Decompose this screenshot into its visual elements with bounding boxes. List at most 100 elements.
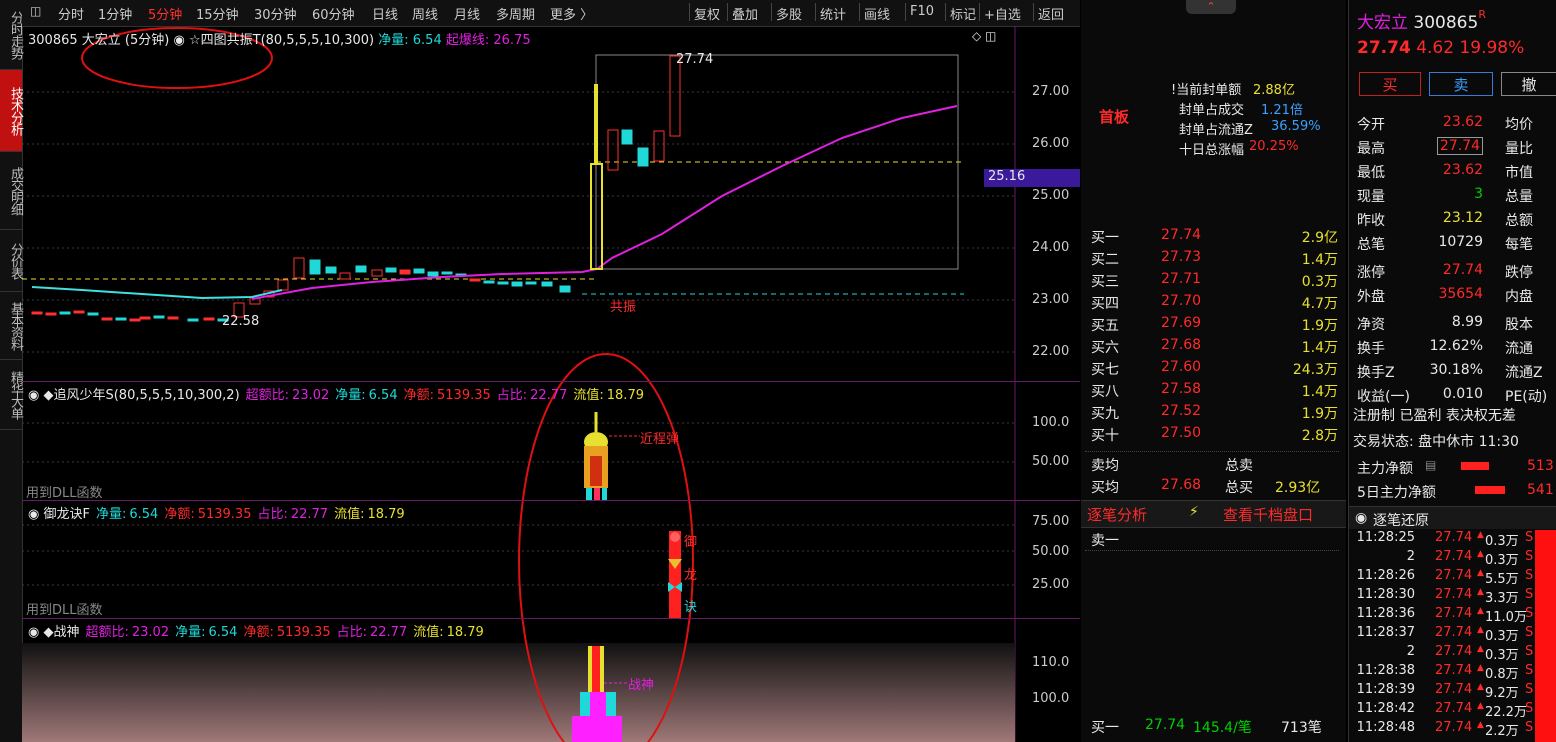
left-tab-3[interactable]: 分价表 [0,230,23,292]
quote-panel: 大宏立 300865R 27.74 4.62 19.98% 买 卖 撤 今开 23… [1348,0,1556,742]
collapse-icon[interactable]: ⌃ [1186,0,1236,14]
pane-item-label: 占比: [336,625,367,640]
bid-row[interactable]: 买二 27.73 1.4万 [1081,248,1346,270]
toolbar-button-2[interactable]: 多股 [776,4,802,23]
tab-thousand-levels[interactable]: 查看千档盘口 [1223,504,1313,525]
period-tab-3[interactable]: 15分钟 [196,4,239,23]
sell-button[interactable]: 卖 [1429,72,1493,96]
pane-item-value: 18.79 [446,625,484,640]
tick-row: 11:28:38 27.74 ▲ 0.8万 S [1349,663,1556,682]
bid-price: 27.74 [1161,227,1202,243]
tick-time: 11:28:39 [1356,682,1415,697]
bid-level: 买六 [1091,340,1119,356]
pane-indicator-name[interactable]: ◆战神 [43,625,79,640]
toolbar-button-7[interactable]: +自选 [984,4,1021,23]
order-book-panel: ⌃ 首板 !当前封单额 2.88亿 封单占成交 1.21倍 封单占流通Z 36.59% 十日… [1081,0,1346,742]
pane-indicator-name[interactable]: ◆追风少年S(80,5,5,5,10,300,2) [43,388,239,403]
bid-row[interactable]: 买六 27.68 1.4万 [1081,336,1346,358]
period-tab-6[interactable]: 日线 [372,4,398,23]
quote-label: 现量 [1357,189,1385,205]
pane4-y-tick: 110.0 [1032,655,1070,670]
main-y-tick: 23.00 [1032,292,1070,307]
bid-row[interactable]: 买十 27.50 2.8万 [1081,424,1346,446]
left-tab-2[interactable]: 成交明细 [0,152,23,230]
tab-zhubi-analysis[interactable]: 逐笔分析 [1087,504,1147,525]
list-icon[interactable]: ▤ [1425,458,1436,472]
candle [293,257,305,279]
board-stat-value: 1.21倍 [1261,103,1303,118]
tick-time: 2 [1406,549,1415,564]
toolbar-button-8[interactable]: 返回 [1038,4,1064,23]
tick-price: 27.74 [1435,720,1473,735]
bid-price: 27.71 [1161,271,1202,287]
bid-row[interactable]: 买八 27.58 1.4万 [1081,380,1346,402]
tick-price: 27.74 [1435,549,1473,564]
toolbar-button-3[interactable]: 统计 [820,4,846,23]
quote-value: 0.010 [1442,386,1483,402]
ticks-toggle-icon[interactable]: ◉ [1355,510,1367,526]
tick-side: S [1525,625,1534,640]
toolbar-button-6[interactable]: 标记 [950,4,976,23]
quote-right-label: 流通Z [1505,365,1543,381]
bid-row[interactable]: 买一 27.74 2.9亿 [1081,226,1346,248]
toolbar-separator [979,3,980,21]
bid-level: 买二 [1091,252,1119,268]
pane-toggle-icon[interactable]: ◉ [28,388,43,403]
pane-item-label: 占比: [496,388,528,403]
toolbar-button-1[interactable]: 叠加 [732,4,758,23]
period-tab-5[interactable]: 60分钟 [312,4,355,23]
tick-side: S [1525,549,1534,564]
period-tab-1[interactable]: 1分钟 [98,4,132,23]
pane4-title: ◉ ◆战神 超额比: 23.02 净量: 6.54 净额: 5139.35 占比: 22.77 流… [28,621,484,640]
tick-up-arrow: ▲ [1477,682,1484,692]
bid-row[interactable]: 买三 27.71 0.3万 [1081,270,1346,292]
period-tab-4[interactable]: 30分钟 [254,4,297,23]
pane-toggle-icon[interactable]: ◉ [28,507,43,522]
diamond-icon[interactable]: ◇ ◫ [972,29,996,43]
sell-avg-row: 卖均 总卖 [1081,454,1346,476]
buy-button[interactable]: 买 [1359,72,1421,96]
candle [497,281,509,285]
period-tab-0[interactable]: 分时 [58,4,84,23]
period-tab-9[interactable]: 多周期 [496,4,535,23]
cancel-button[interactable]: 撤 [1501,72,1556,96]
candle [385,267,397,273]
quote-row: 今开 23.62 均价 [1349,112,1556,135]
bid-row[interactable]: 买九 27.52 1.9万 [1081,402,1346,424]
left-tab-4[interactable]: 基本资料 [0,292,23,360]
toolbar-button-5[interactable]: F10 [910,4,934,19]
left-tab-5[interactable]: 精华大单 [0,360,23,430]
bid-row[interactable]: 买七 27.60 24.3万 [1081,358,1346,380]
board-stat-label: 十日总涨幅 [1179,143,1245,158]
toolbar-separator [727,3,728,21]
period-tab-2[interactable]: 5分钟 [148,4,182,23]
left-tab-0[interactable]: 分时走势 [0,0,23,70]
chart-area: 300865 大宏立 (5分钟) ◉ ☆四图共振T(80,5,5,5,10,30… [22,26,1080,742]
quote-right-label: 总额 [1505,213,1533,229]
jinchengdan-label: 近程弹 [640,432,680,447]
toolbar-button-4[interactable]: 画线 [864,4,890,23]
pane-separator [22,618,1080,619]
left-tab-1[interactable]: 技术分析 [0,70,23,152]
bid-row[interactable]: 买五 27.69 1.9万 [1081,314,1346,336]
pane-item-label: 净额: [403,388,434,403]
period-tab-10[interactable]: 更多 〉 [550,4,593,23]
toolbar-button-0[interactable]: 复权 [694,4,720,23]
quote-label: 最低 [1357,165,1385,181]
period-tab-8[interactable]: 月线 [454,4,480,23]
dropdown-icon[interactable]: ◉ [173,33,184,48]
tick-up-arrow: ▲ [1477,663,1484,673]
bid-row[interactable]: 买四 27.70 4.7万 [1081,292,1346,314]
panel-toggle-icon[interactable]: ◫ [30,4,41,18]
tick-side: S [1525,568,1534,583]
pane-toggle-icon[interactable]: ◉ [28,625,43,640]
pane-indicator-name[interactable]: 御龙诀F [43,507,89,522]
tick-up-arrow: ▲ [1477,530,1484,540]
quote-label: 昨收 [1357,213,1385,229]
candle [607,129,619,171]
period-tab-7[interactable]: 周线 [412,4,438,23]
yu-mark: 御 [684,535,698,550]
quote-label: 换手 [1357,341,1385,357]
pane3-title: ◉ 御龙诀F 净量: 6.54 净额: 5139.35 占比: 22.77 流值: 18.79 [28,503,405,522]
indicator-name[interactable]: ☆四图共振T(80,5,5,5,10,300) [189,33,374,48]
